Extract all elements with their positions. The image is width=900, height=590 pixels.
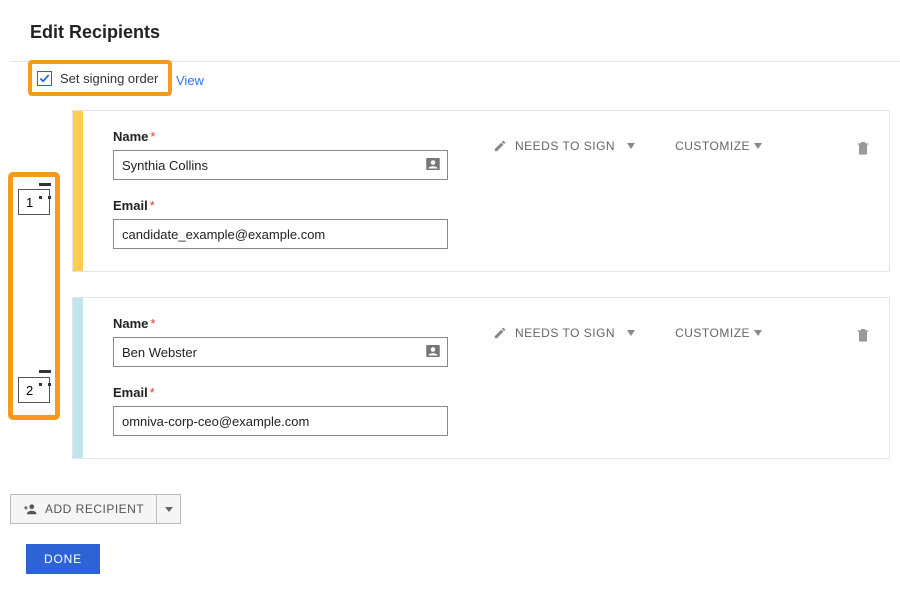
top-controls: Set signing order View <box>0 62 900 100</box>
drag-handle-icon[interactable] <box>39 370 51 386</box>
add-user-icon <box>23 502 37 516</box>
view-link[interactable]: View <box>176 62 204 98</box>
signer-role-dropdown[interactable]: NEEDS TO SIGN <box>493 139 635 153</box>
recipient-fields: Name* Email* <box>83 111 493 271</box>
set-signing-order-label: Set signing order <box>60 71 158 86</box>
contact-card-icon[interactable] <box>424 155 442 173</box>
email-input[interactable] <box>113 406 448 436</box>
customize-label: CUSTOMIZE <box>675 326 750 340</box>
signer-role-label: NEEDS TO SIGN <box>515 139 615 153</box>
set-signing-order-checkbox[interactable] <box>37 71 52 86</box>
recipient-card: Name* Email* NEEDS TO SIGN CUSTOMIZE <box>72 110 890 272</box>
order-rail-highlight <box>8 172 60 420</box>
name-label: Name* <box>113 129 473 144</box>
recipients-area: Name* Email* NEEDS TO SIGN CUSTOMIZE <box>0 100 900 459</box>
trash-icon[interactable] <box>855 139 871 157</box>
chevron-down-icon <box>627 143 635 149</box>
chevron-down-icon <box>754 330 762 336</box>
signing-order-highlight: Set signing order <box>28 60 172 96</box>
recipient-color-bar <box>73 298 83 458</box>
name-input[interactable] <box>113 150 448 180</box>
pencil-icon <box>493 139 507 153</box>
add-recipient-group: ADD RECIPIENT <box>10 494 181 524</box>
name-input[interactable] <box>113 337 448 367</box>
email-label: Email* <box>113 385 473 400</box>
pencil-icon <box>493 326 507 340</box>
contact-card-icon[interactable] <box>424 342 442 360</box>
name-label: Name* <box>113 316 473 331</box>
recipient-actions: NEEDS TO SIGN CUSTOMIZE <box>493 298 889 458</box>
chevron-down-icon <box>165 507 173 512</box>
recipient-actions: NEEDS TO SIGN CUSTOMIZE <box>493 111 889 271</box>
recipient-card: Name* Email* NEEDS TO SIGN CUSTOMIZE <box>72 297 890 459</box>
signer-role-label: NEEDS TO SIGN <box>515 326 615 340</box>
email-label: Email* <box>113 198 473 213</box>
footer: ADD RECIPIENT DONE <box>0 484 900 574</box>
trash-icon[interactable] <box>855 326 871 344</box>
drag-handle-icon[interactable] <box>39 183 51 199</box>
recipient-color-bar <box>73 111 83 271</box>
add-recipient-label: ADD RECIPIENT <box>45 502 144 516</box>
customize-label: CUSTOMIZE <box>675 139 750 153</box>
signer-role-dropdown[interactable]: NEEDS TO SIGN <box>493 326 635 340</box>
check-icon <box>39 73 50 84</box>
recipient-fields: Name* Email* <box>83 298 493 458</box>
chevron-down-icon <box>754 143 762 149</box>
add-recipient-button[interactable]: ADD RECIPIENT <box>10 494 157 524</box>
customize-dropdown[interactable]: CUSTOMIZE <box>675 139 762 153</box>
email-input[interactable] <box>113 219 448 249</box>
add-recipient-dropdown[interactable] <box>157 494 181 524</box>
chevron-down-icon <box>627 330 635 336</box>
customize-dropdown[interactable]: CUSTOMIZE <box>675 326 762 340</box>
page-title: Edit Recipients <box>0 0 900 61</box>
done-button[interactable]: DONE <box>26 544 100 574</box>
